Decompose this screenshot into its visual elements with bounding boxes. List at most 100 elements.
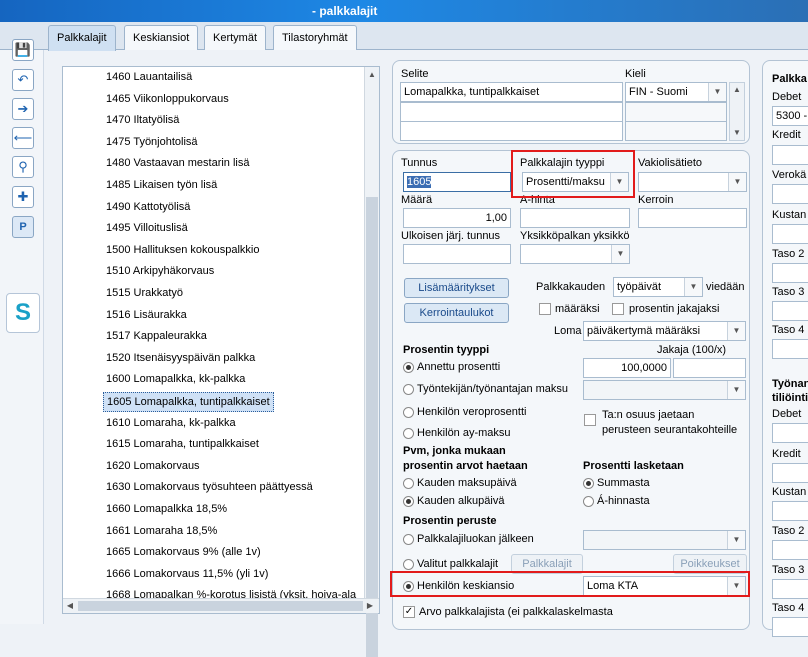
kieli-select-3[interactable] bbox=[625, 121, 727, 141]
taso4-input[interactable] bbox=[772, 339, 808, 359]
list-item[interactable]: 1665 Lomakorvaus 9% (alle 1v) bbox=[103, 543, 264, 563]
tiliointi-label: tiliöinti bbox=[772, 392, 808, 404]
save-icon[interactable]: 💾 bbox=[12, 39, 34, 61]
list-item[interactable]: 1500 Hallituksen kokouspalkkio bbox=[103, 241, 262, 261]
arvo-checkbox[interactable]: ✓ bbox=[403, 606, 415, 618]
vakio-select[interactable]: ▼ bbox=[638, 172, 747, 192]
veroka-input[interactable] bbox=[772, 184, 808, 204]
jakaja-input[interactable] bbox=[673, 358, 746, 378]
annettu-radio[interactable] bbox=[403, 362, 414, 373]
scroll-up-icon[interactable]: ▲ bbox=[730, 83, 744, 97]
palkkakauden-select[interactable]: työpäivät ▼ bbox=[613, 277, 703, 297]
list-item[interactable]: 1666 Lomakorvaus 11,5% (yli 1v) bbox=[103, 565, 271, 585]
next-icon[interactable]: ➔ bbox=[12, 98, 34, 120]
kredit2-label: Kredit bbox=[772, 448, 801, 460]
annettu-label: Annettu prosentti bbox=[417, 361, 501, 373]
kerroin-input[interactable] bbox=[638, 208, 747, 228]
yksikko-select[interactable]: ▼ bbox=[520, 244, 630, 264]
list-item[interactable]: 1485 Likaisen työn lisä bbox=[103, 176, 220, 196]
alkupaiva-radio[interactable] bbox=[403, 496, 414, 507]
list-item[interactable]: 1460 Lauantailisä bbox=[103, 68, 195, 88]
list-vscroll-thumb[interactable] bbox=[366, 197, 378, 657]
kustan2-input[interactable] bbox=[772, 501, 808, 521]
p-button[interactable]: P bbox=[12, 216, 34, 238]
taso3-input[interactable] bbox=[772, 301, 808, 321]
selite-input-2[interactable] bbox=[400, 102, 623, 122]
maaraksi-checkbox[interactable] bbox=[539, 303, 551, 315]
jakajaksi-checkbox[interactable] bbox=[612, 303, 624, 315]
kredit-input[interactable] bbox=[772, 145, 808, 165]
tab-kertymat[interactable]: Kertymät bbox=[204, 25, 267, 50]
ahinnasta-radio[interactable] bbox=[583, 496, 594, 507]
search-icon[interactable]: ⚲ bbox=[12, 156, 34, 178]
add-document-icon[interactable]: ✚ bbox=[12, 186, 34, 208]
ahinta-input[interactable] bbox=[520, 208, 630, 228]
debet2-input[interactable] bbox=[772, 423, 808, 443]
undo-icon[interactable]: ↶ bbox=[12, 69, 34, 91]
kerrointaulukot-button[interactable]: Kerrointaulukot bbox=[404, 303, 509, 323]
ulkoinen-input[interactable] bbox=[403, 244, 511, 264]
veroprosentti-radio[interactable] bbox=[403, 407, 414, 418]
list-item[interactable]: 1605 Lomapalkka, tuntipalkkaiset bbox=[103, 392, 274, 412]
scroll-down-icon[interactable]: ▼ bbox=[730, 126, 744, 140]
scroll-right-icon[interactable]: ▶ bbox=[363, 599, 377, 613]
kieli-select[interactable]: FIN - Suomi ▼ bbox=[625, 82, 727, 102]
taso4b-input[interactable] bbox=[772, 617, 808, 637]
yksikko-label: Yksikköpalkan yksikkö bbox=[520, 230, 630, 242]
list-item[interactable]: 1620 Lomakorvaus bbox=[103, 457, 203, 477]
list-item[interactable]: 1517 Kappaleurakka bbox=[103, 327, 210, 347]
debet-input[interactable]: 5300 - bbox=[772, 106, 808, 126]
list-vertical-scrollbar[interactable]: ▲ bbox=[364, 67, 379, 657]
palkkaluokan-radio[interactable] bbox=[403, 534, 414, 545]
list-item[interactable]: 1465 Viikonloppukorvaus bbox=[103, 90, 232, 110]
kieli-select-2[interactable] bbox=[625, 102, 727, 122]
tyontekijan-radio[interactable] bbox=[403, 384, 414, 395]
list-item[interactable]: 1610 Lomaraha, kk-palkka bbox=[103, 414, 239, 434]
summasta-radio[interactable] bbox=[583, 478, 594, 489]
list-item[interactable]: 1475 Työnjohtolisä bbox=[103, 133, 201, 153]
list-item[interactable]: 1660 Lomapalkka 18,5% bbox=[103, 500, 230, 520]
selite-input[interactable]: Lomapalkka, tuntipalkkaiset bbox=[400, 82, 623, 102]
list-item[interactable]: 1510 Arkipyhäkorvaus bbox=[103, 262, 217, 282]
list-item[interactable]: 1520 Itsenäisyyspäivän palkka bbox=[103, 349, 258, 369]
tyonan-label: Työnan bbox=[772, 378, 808, 390]
list-item[interactable]: 1630 Lomakorvaus työsuhteen päättyessä bbox=[103, 478, 316, 498]
maksu-select[interactable]: ▼ bbox=[583, 380, 746, 400]
scroll-left-icon[interactable]: ◀ bbox=[63, 599, 77, 613]
list-item[interactable]: 1480 Vastaavan mestarin lisä bbox=[103, 154, 253, 174]
list-item[interactable]: 1615 Lomaraha, tuntipalkkaiset bbox=[103, 435, 262, 455]
tab-palkkalajit[interactable]: Palkkalajit bbox=[48, 25, 116, 51]
kredit2-input[interactable] bbox=[772, 463, 808, 483]
aymaksu-radio[interactable] bbox=[403, 428, 414, 439]
list-item[interactable]: 1495 Villoituslisä bbox=[103, 219, 191, 239]
taso2-input[interactable] bbox=[772, 263, 808, 283]
kustan-input[interactable] bbox=[772, 224, 808, 244]
maksupaiva-radio[interactable] bbox=[403, 478, 414, 489]
palkkaluokka-select[interactable]: ▼ bbox=[583, 530, 746, 550]
list-item[interactable]: 1470 Iltatyölisä bbox=[103, 111, 182, 131]
previous-icon[interactable]: ⟵ bbox=[12, 127, 34, 149]
chevron-down-icon: ▼ bbox=[684, 278, 702, 296]
valitut-radio[interactable] bbox=[403, 559, 414, 570]
list-item[interactable]: 1661 Lomaraha 18,5% bbox=[103, 522, 220, 542]
list-hscroll-thumb[interactable] bbox=[78, 601, 363, 611]
maara-input[interactable]: 1,00 bbox=[403, 208, 511, 228]
prosentti-input[interactable]: 100,0000 bbox=[583, 358, 671, 378]
list-horizontal-scrollbar[interactable]: ◀ ▶ bbox=[63, 598, 379, 613]
taso3b-input[interactable] bbox=[772, 579, 808, 599]
arvo-label: Arvo palkkalajista (ei palkkalaskelmasta bbox=[419, 606, 613, 618]
taso2b-input[interactable] bbox=[772, 540, 808, 560]
taon-osuus-checkbox[interactable] bbox=[584, 414, 596, 426]
description-scrollbar[interactable]: ▲ ▼ bbox=[729, 82, 745, 141]
lisamaaritykset-button[interactable]: Lisämääritykset bbox=[404, 278, 509, 298]
list-item[interactable]: 1515 Urakkatyö bbox=[103, 284, 186, 304]
tunnus-input[interactable]: 1605 bbox=[403, 172, 511, 192]
scroll-up-icon[interactable]: ▲ bbox=[365, 68, 379, 82]
loma-select[interactable]: päiväkertymä määräksi ▼ bbox=[583, 321, 746, 341]
list-item[interactable]: 1490 Kattotyölisä bbox=[103, 198, 193, 218]
tab-tilastoryhmat[interactable]: Tilastoryhmät bbox=[273, 25, 357, 50]
tab-keskiansiot[interactable]: Keskiansiot bbox=[124, 25, 199, 50]
selite-input-3[interactable] bbox=[400, 121, 623, 141]
list-item[interactable]: 1516 Lisäurakka bbox=[103, 306, 190, 326]
list-item[interactable]: 1600 Lomapalkka, kk-palkka bbox=[103, 370, 248, 390]
